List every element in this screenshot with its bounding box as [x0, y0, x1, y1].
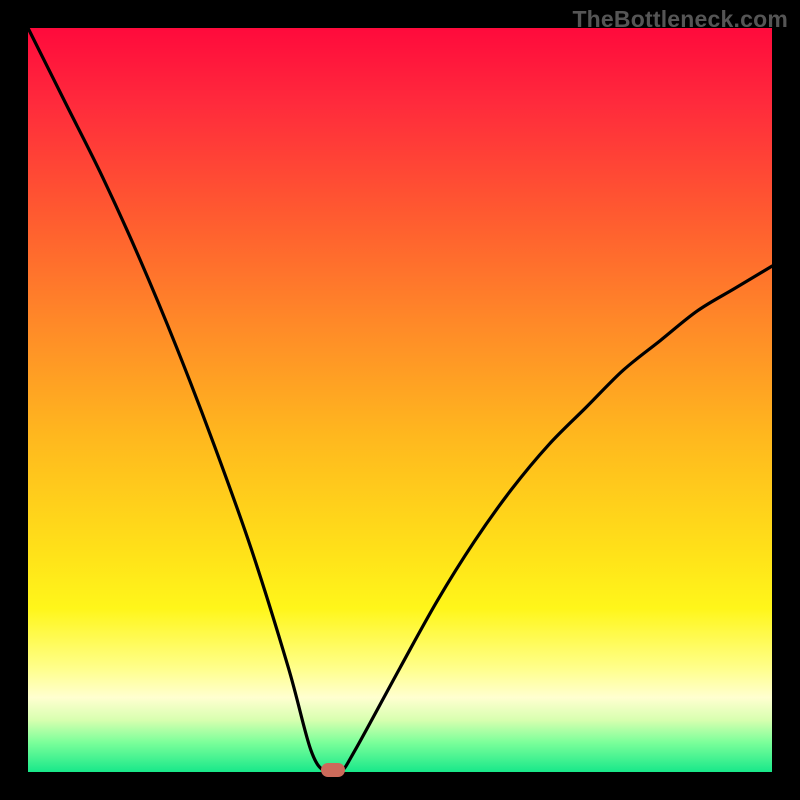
- sweet-spot-marker: [321, 763, 345, 777]
- curve-path: [28, 28, 772, 775]
- bottleneck-curve: [28, 28, 772, 772]
- chart-frame: TheBottleneck.com: [0, 0, 800, 800]
- plot-area: [28, 28, 772, 772]
